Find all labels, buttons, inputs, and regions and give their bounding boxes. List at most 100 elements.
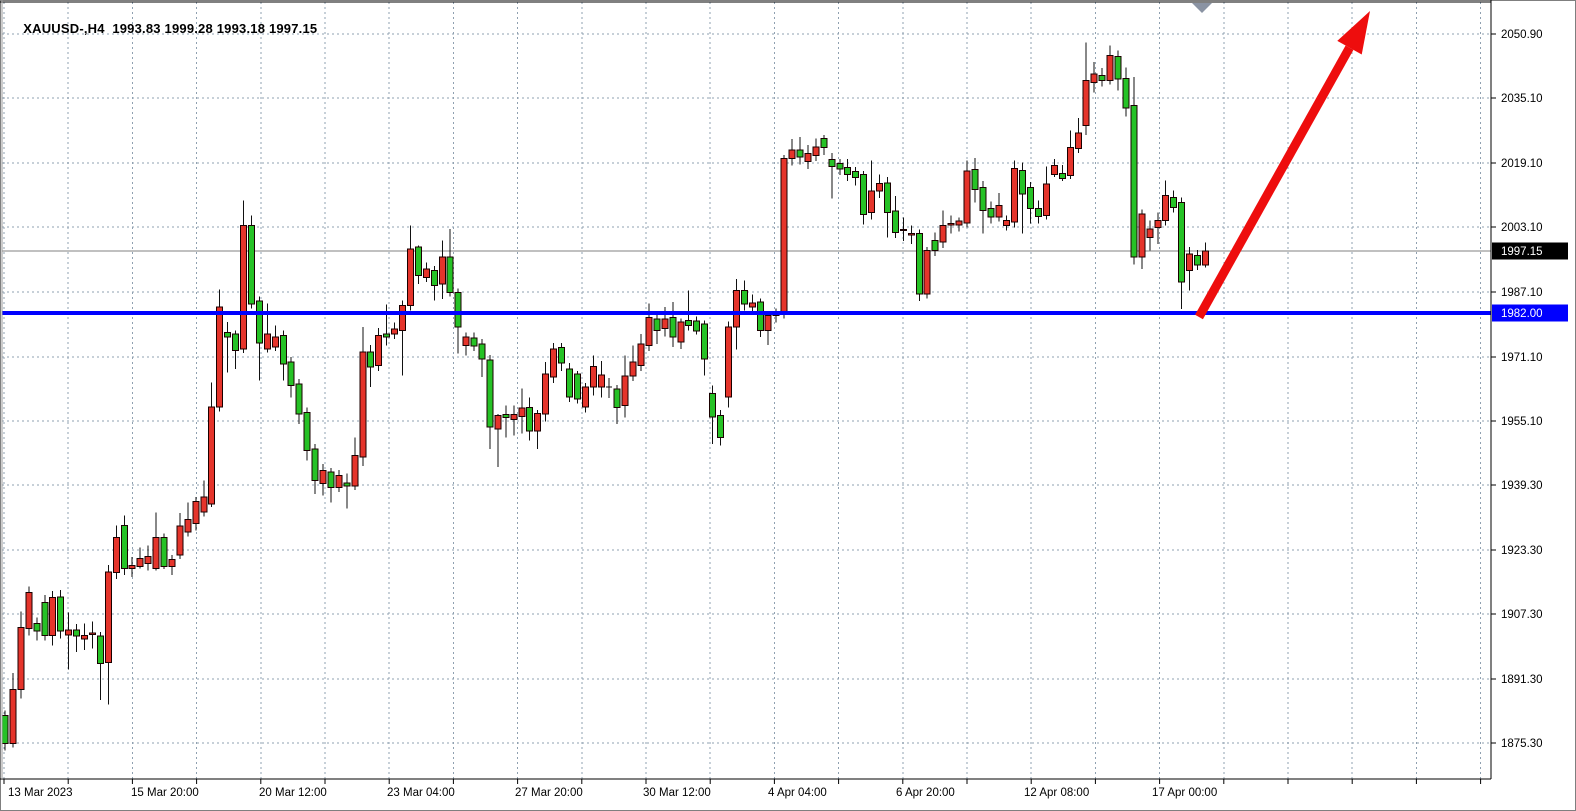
- candle-bull: [463, 337, 469, 345]
- candle-bull: [813, 147, 819, 155]
- time-axis[interactable]: 13 Mar 202315 Mar 20:0020 Mar 12:0023 Ma…: [4, 779, 1481, 799]
- time-label: 4 Apr 04:00: [768, 787, 827, 799]
- candle-bear: [248, 226, 254, 304]
- candle-bear: [161, 537, 167, 566]
- price-label: 2050.90: [1501, 29, 1543, 41]
- candle-bear: [1179, 203, 1185, 283]
- time-label: 20 Mar 12:00: [259, 787, 327, 799]
- current-price-badge-text: 1997.15: [1501, 246, 1543, 258]
- candle-bear: [741, 291, 747, 304]
- candle-bull: [241, 226, 247, 349]
- price-axis[interactable]: 2050.902035.102019.102003.101987.101971.…: [1491, 29, 1568, 750]
- candle-bear: [900, 229, 906, 230]
- candle-bull: [10, 690, 16, 744]
- candle-bull: [662, 319, 668, 328]
- trend-arrow-shaft[interactable]: [1199, 48, 1350, 317]
- candle-bear: [892, 211, 898, 232]
- candle-bull: [646, 317, 652, 345]
- candle-bear: [58, 597, 64, 631]
- candle-bear: [757, 302, 763, 331]
- candle-bull: [749, 303, 755, 307]
- candle-bull: [439, 257, 445, 284]
- candle-bull: [18, 628, 24, 690]
- price-label: 1955.10: [1501, 416, 1543, 428]
- candle-bear: [861, 174, 867, 214]
- candle-bull: [543, 374, 549, 414]
- candle-bear: [225, 332, 231, 337]
- candle-bear: [821, 138, 827, 147]
- candle-bear: [1059, 174, 1065, 179]
- candle-bull: [877, 184, 883, 191]
- candle-bull: [50, 598, 56, 636]
- time-label: 27 Mar 20:00: [515, 787, 583, 799]
- price-label: 1971.10: [1501, 352, 1543, 364]
- grid-lines: [2, 2, 1491, 779]
- candle-bull: [1107, 56, 1113, 81]
- candle-bull: [1051, 165, 1057, 174]
- time-label: 13 Mar 2023: [8, 787, 73, 799]
- candle-bear: [932, 241, 938, 251]
- symbol-ohlc-label: XAUUSD-,H4 1993.83 1999.28 1993.18 1997.…: [23, 21, 317, 36]
- candle-bull: [590, 367, 596, 388]
- candle-bull: [407, 249, 413, 306]
- candle-bear: [1115, 56, 1121, 79]
- candle-bull: [948, 224, 954, 225]
- candlestick-chart[interactable]: 2050.902035.102019.102003.101987.101971.…: [0, 0, 1576, 811]
- candle-bear: [718, 415, 724, 437]
- chart-header: XAUUSD-,H4 1993.83 1999.28 1993.18 1997.…: [8, 6, 317, 51]
- price-label: 1907.30: [1501, 609, 1543, 621]
- candle-bull: [789, 150, 795, 158]
- candle-bull: [209, 407, 215, 504]
- candle-bear: [1123, 79, 1129, 108]
- candle-bull: [1067, 147, 1073, 175]
- candle-bear: [1036, 209, 1042, 217]
- candle-bear: [447, 257, 453, 292]
- candle-bull: [630, 362, 636, 376]
- candle-bull: [805, 153, 811, 161]
- candle-bull: [26, 592, 32, 628]
- price-label: 1891.30: [1501, 674, 1543, 686]
- candle-bull: [1043, 184, 1049, 216]
- candle-bear: [256, 301, 262, 343]
- candle-bull: [336, 476, 342, 488]
- candle-bear: [702, 324, 708, 359]
- candle-bull: [678, 322, 684, 342]
- candle-bear: [654, 319, 660, 331]
- candle-bull: [495, 415, 501, 428]
- candle-bull: [153, 537, 159, 568]
- candle-bull: [105, 572, 111, 662]
- candle-bull: [217, 307, 223, 407]
- candle-bull: [169, 559, 175, 566]
- candle-bull: [423, 269, 429, 277]
- candle-bull: [869, 191, 875, 213]
- time-label: 23 Mar 04:00: [387, 787, 455, 799]
- candle-bear: [344, 483, 350, 486]
- candle-bear: [368, 352, 374, 367]
- candle-bear: [559, 348, 565, 363]
- candle-bull: [1163, 195, 1169, 220]
- time-label: 30 Mar 12:00: [643, 787, 711, 799]
- candle-series: [2, 42, 1208, 750]
- candle-bear: [471, 338, 477, 346]
- candle-bear: [884, 183, 890, 213]
- candle-bear: [42, 602, 48, 635]
- candle-bear: [574, 374, 580, 399]
- candle-bull: [360, 352, 366, 457]
- candle-bull: [113, 537, 119, 572]
- candle-bull: [137, 558, 143, 566]
- candle-bear: [312, 449, 318, 481]
- candle-bear: [1195, 256, 1201, 265]
- candle-bull: [996, 205, 1002, 217]
- candle-bull: [535, 413, 541, 431]
- candle-bear: [328, 472, 334, 487]
- candle-bull: [725, 327, 731, 397]
- trend-arrow-head[interactable]: [1337, 11, 1370, 54]
- candle-bull: [82, 636, 88, 639]
- candle-bear: [487, 360, 493, 427]
- candle-bear: [503, 415, 509, 418]
- price-label: 1875.30: [1501, 738, 1543, 750]
- candle-bear: [1028, 187, 1034, 208]
- candle-bear: [233, 334, 239, 351]
- candle-bear: [1099, 75, 1105, 80]
- candle-bull: [598, 375, 604, 387]
